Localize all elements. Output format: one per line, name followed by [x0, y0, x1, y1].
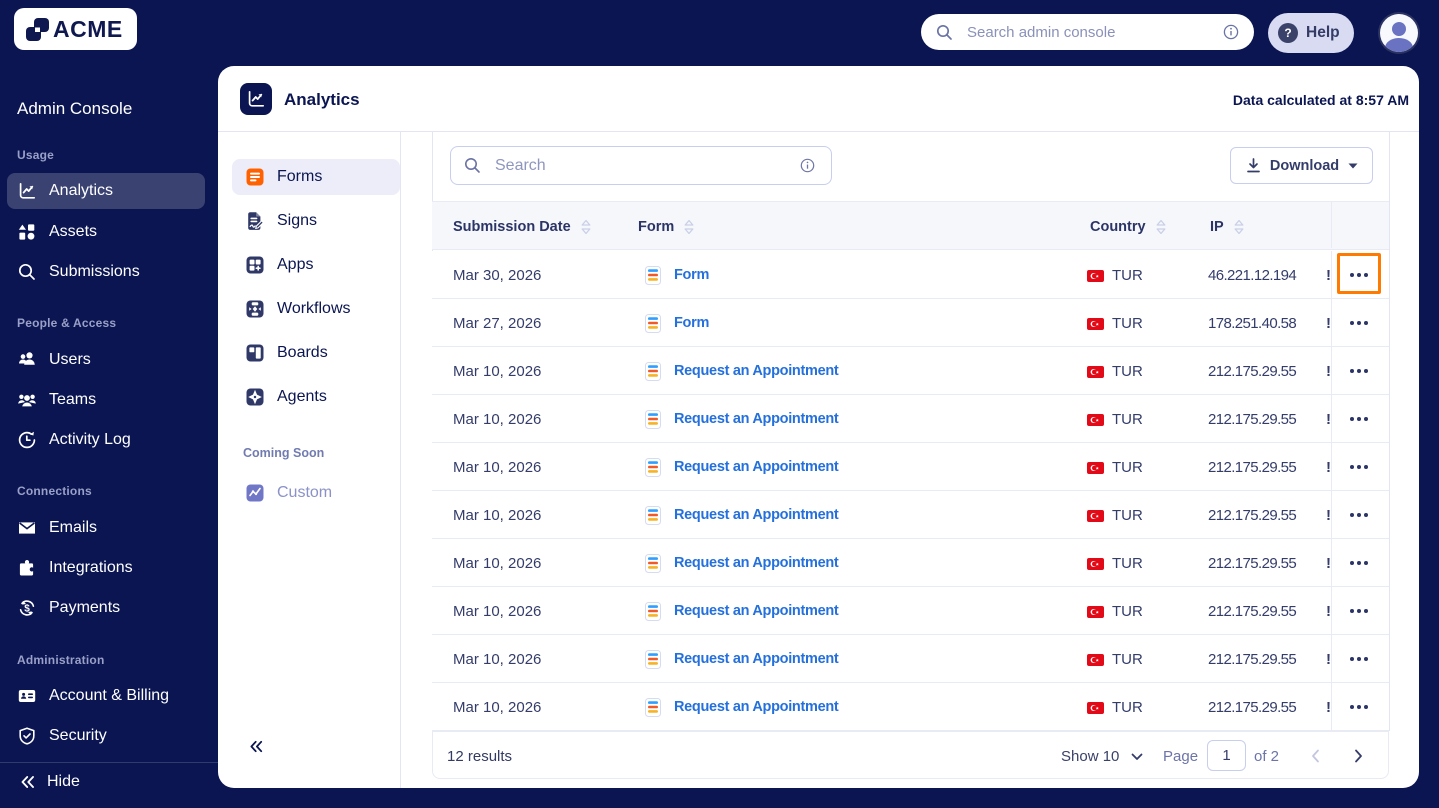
svg-text:$: $: [24, 604, 30, 615]
